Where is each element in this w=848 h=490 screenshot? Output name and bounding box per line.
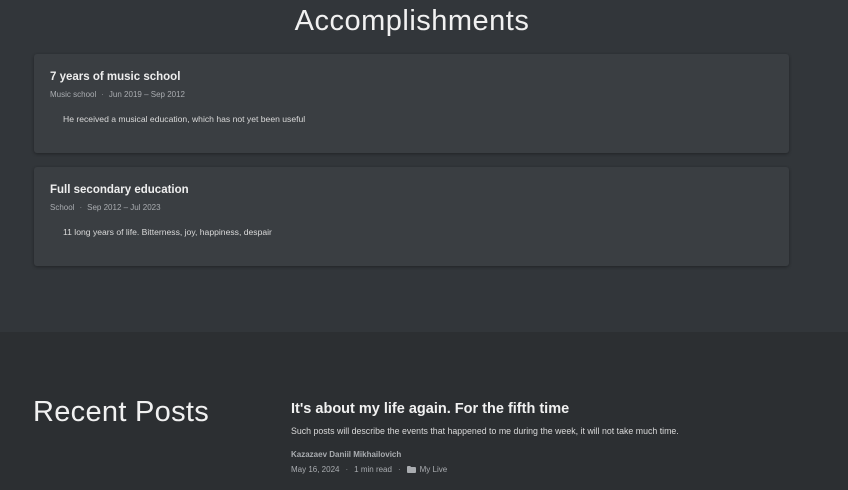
- recent-posts-heading: Recent Posts: [33, 396, 210, 428]
- post-summary: Such posts will describe the events that…: [291, 426, 679, 436]
- accomplishments-section: [0, 0, 848, 332]
- meta-separator: ·: [345, 465, 349, 474]
- accomplishment-title: 7 years of music school: [50, 71, 181, 83]
- meta-separator: ·: [79, 203, 83, 212]
- accomplishment-period: Jun 2019 – Sep 2012: [108, 90, 185, 99]
- accomplishment-card: Full secondary education School · Sep 2012…: [34, 167, 789, 266]
- accomplishment-card: 7 years of music school Music school · Jun…: [34, 54, 789, 153]
- post-date: May 16, 2024: [291, 465, 340, 474]
- post-title-link[interactable]: It's about my life again. For the fifth …: [291, 401, 569, 417]
- meta-separator: ·: [101, 90, 104, 99]
- post-reading-time: 1 min read: [354, 465, 392, 474]
- accomplishments-heading: Accomplishments: [294, 5, 530, 37]
- folder-icon: [406, 466, 416, 473]
- accomplishment-meta: School · Sep 2012 – Jul 2023: [50, 203, 161, 212]
- accomplishment-period: Sep 2012 – Jul 2023: [87, 203, 161, 212]
- post-meta: May 16, 2024 · 1 min read · My Live: [291, 465, 447, 474]
- accomplishment-organization: School: [50, 203, 75, 212]
- meta-separator: ·: [397, 465, 401, 474]
- accomplishment-title: Full secondary education: [50, 184, 189, 196]
- post-author[interactable]: Kazazaev Daniil Mikhailovich: [291, 450, 401, 459]
- accomplishment-description: 11 long years of life. Bitterness, joy, …: [63, 227, 272, 237]
- post-category-link[interactable]: My Live: [420, 465, 448, 474]
- accomplishment-description: He received a musical education, which h…: [63, 114, 306, 124]
- accomplishment-meta: Music school · Jun 2019 – Sep 2012: [50, 90, 185, 99]
- accomplishment-organization: Music school: [50, 90, 97, 99]
